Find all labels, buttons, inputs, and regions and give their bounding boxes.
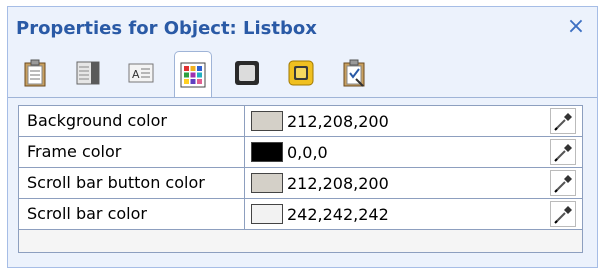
layout-icon [76,61,100,85]
eyedropper-icon[interactable] [550,108,576,134]
colors-icon [180,62,206,87]
color-value: 0,0,0 [287,142,328,162]
tab-strip: A [8,49,597,98]
color-value: 212,208,200 [287,173,389,193]
properties-dialog: Properties for Object: Listbox × A Backg… [7,6,598,268]
tab-general[interactable] [16,53,54,93]
yellow-square-icon [288,60,314,86]
property-value[interactable]: 0,0,0 [245,137,582,167]
properties-content: Background color 212,208,200 Frame color… [8,98,597,267]
eyedropper-icon[interactable] [550,201,576,227]
color-swatch [251,173,283,193]
color-swatch [251,142,283,162]
tab-events[interactable] [335,53,373,93]
eyedropper-icon[interactable] [550,170,576,196]
color-swatch [251,204,283,224]
property-label: Frame color [19,137,245,167]
dialog-title: Properties for Object: Listbox [16,18,317,39]
clipboard-icon [24,59,46,87]
close-button[interactable]: × [564,15,588,39]
property-row-scroll-bar-button-color[interactable]: Scroll bar button color 212,208,200 [19,168,582,199]
property-value[interactable]: 212,208,200 [245,168,582,198]
property-value[interactable]: 242,242,242 [245,199,582,229]
color-value: 242,242,242 [287,204,389,224]
tab-appearance[interactable] [282,53,320,93]
svg-text:A: A [132,68,140,81]
tab-text[interactable]: A [122,53,160,93]
title-bar: Properties for Object: Listbox × [8,7,597,49]
text-icon: A [128,63,154,83]
property-label: Background color [19,106,245,136]
tab-colors[interactable] [174,51,212,97]
color-value: 212,208,200 [287,111,389,131]
properties-grid: Background color 212,208,200 Frame color… [18,105,583,253]
eyedropper-icon[interactable] [550,139,576,165]
empty-row [19,230,582,252]
property-row-background-color[interactable]: Background color 212,208,200 [19,106,582,137]
tab-layout[interactable] [69,53,107,93]
events-icon [343,59,365,87]
properties-panel: Properties for Object: Listbox × A Backg… [0,0,603,275]
color-swatch [251,111,283,131]
property-row-scroll-bar-color[interactable]: Scroll bar color 242,242,242 [19,199,582,230]
property-label: Scroll bar color [19,199,245,229]
property-row-frame-color[interactable]: Frame color 0,0,0 [19,137,582,168]
frame-icon [235,61,259,85]
tab-frame[interactable] [228,53,266,93]
property-label: Scroll bar button color [19,168,245,198]
property-value[interactable]: 212,208,200 [245,106,582,136]
